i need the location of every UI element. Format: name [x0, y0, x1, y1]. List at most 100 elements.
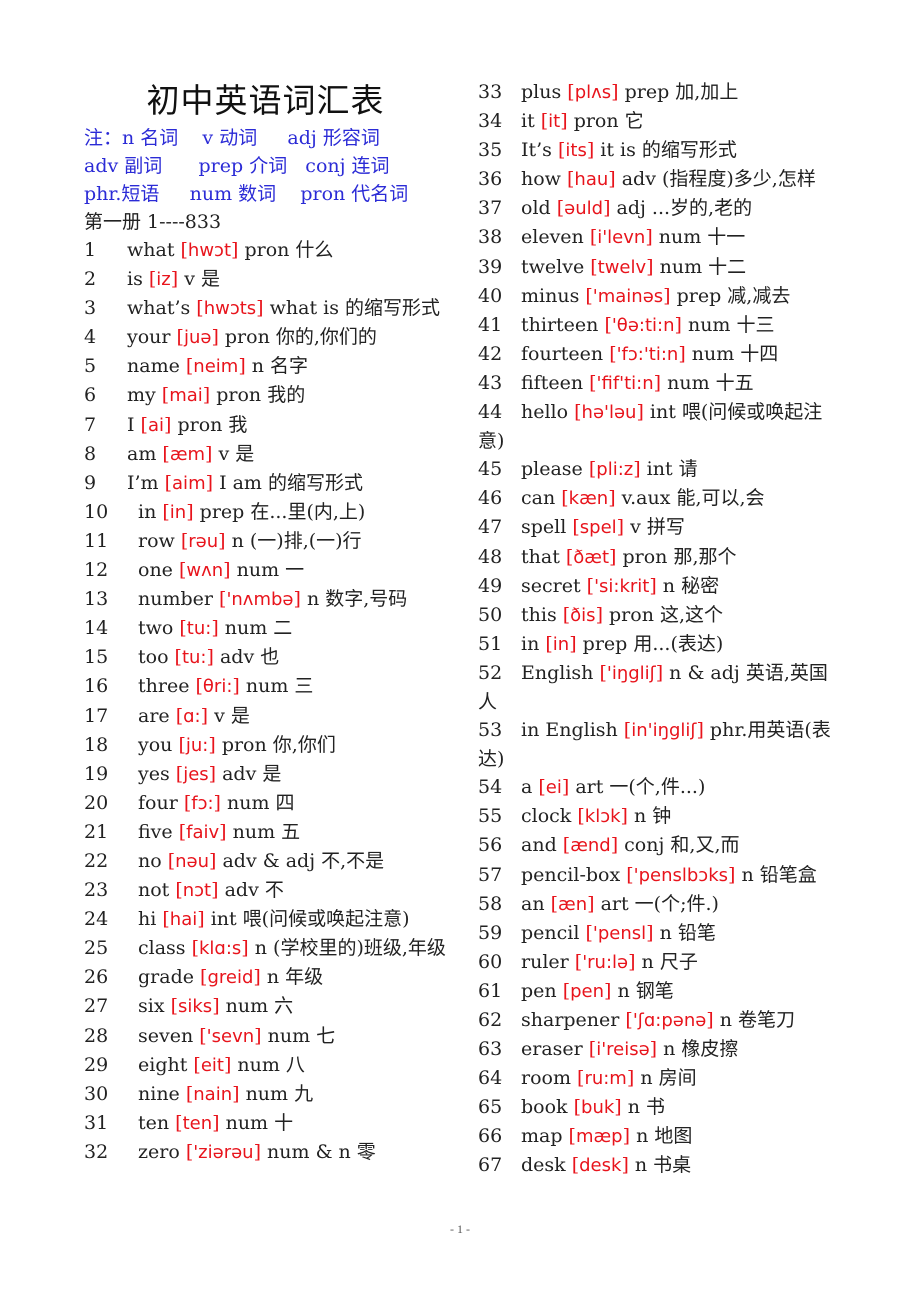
vocab-entry: 33 plus [plʌs] prep 加,加上: [478, 78, 843, 107]
entry-phonetic: [klɔk]: [571, 805, 634, 828]
entry-phonetic: ['pensl]: [579, 921, 660, 944]
vocab-entry: 50 this [ðis] pron 这,这个: [478, 601, 843, 630]
left-column: 初中英语词汇表 注：n 名词 v 动词 adj 形容词 adv 副词 prep …: [84, 78, 449, 1167]
entry-word: an: [521, 892, 545, 915]
phonetic-text: ðæt: [573, 546, 610, 568]
phonetic-text: hə'ləu: [581, 402, 637, 424]
entry-word: twelve: [521, 255, 585, 278]
entry-definition: n 名字: [251, 355, 309, 378]
vocab-entry: 12 one [wʌn] num 一: [84, 556, 449, 585]
entry-number: 9: [84, 471, 97, 494]
entry-number: 1: [84, 239, 97, 261]
entry-phonetic: [nəu]: [161, 849, 223, 872]
entry-phonetic: [ðis]: [556, 603, 610, 626]
entry-phonetic: [ru:m]: [570, 1067, 641, 1090]
entry-word: spell: [521, 516, 567, 539]
legend-note-line: phr.短语 num 数词 pron 代名词: [84, 183, 409, 205]
entry-number: 31: [84, 1111, 109, 1134]
entry-definition: num 四: [227, 791, 295, 814]
phonetic-text: hai: [169, 909, 198, 931]
vocab-entry: 39 twelve [twelv] num 十二: [478, 253, 843, 282]
phonetic-text: ju:: [185, 734, 209, 756]
vocab-entry: 28 seven ['sevn] num 七: [84, 1022, 449, 1051]
entry-definition: num 十三: [687, 313, 775, 336]
entry-word: clock: [521, 805, 572, 828]
phonetic-text: wʌn: [186, 560, 224, 582]
entry-number: 62: [478, 1009, 503, 1031]
entry-definition: I am 的缩写形式: [219, 471, 363, 494]
entry-word: I: [127, 413, 141, 436]
entry-phonetic: [hwɔts]: [190, 297, 270, 320]
entry-phonetic: ['ziərəu]: [179, 1140, 268, 1163]
entry-phonetic: [aim]: [164, 471, 220, 494]
entry-definition: pron 什么: [244, 239, 334, 261]
phonetic-text: jes: [183, 763, 209, 785]
entry-definition: pron 这,这个: [609, 603, 724, 626]
entry-definition: n 钟: [633, 805, 672, 828]
legend-note-line: 注：n 名词 v 动词 adj 形容词: [84, 127, 380, 149]
entry-word: and: [521, 834, 557, 857]
vocab-entry: 31 ten [ten] num 十: [84, 1109, 449, 1138]
entry-number: 53: [478, 719, 503, 742]
vocab-entry: 55 clock [klɔk] n 钟: [478, 802, 843, 831]
vocab-entry: 53 in English [in'iŋgliʃ] phr.用英语(表达): [478, 716, 843, 773]
vocab-entry: 32 zero ['ziərəu] num & n 零: [84, 1138, 449, 1167]
phonetic-text: ænd: [570, 835, 611, 857]
entry-word: can: [521, 487, 556, 510]
entry-definition: prep 加,加上: [624, 81, 739, 103]
vocab-entry: 15 too [tu:] adv 也: [84, 643, 449, 672]
entry-definition: v 是: [218, 442, 255, 465]
phonetic-text: i'reisə: [596, 1039, 650, 1061]
entry-phonetic: ['iŋgliʃ]: [593, 661, 670, 684]
phonetic-text: klɑ:s: [199, 938, 242, 960]
entry-definition: n 数字,号码: [306, 588, 408, 611]
entry-phonetic: ['penslbɔks]: [620, 863, 742, 886]
entry-number: 46: [478, 487, 503, 510]
vocab-entry: 29 eight [eit] num 八: [84, 1051, 449, 1080]
vocab-entry: 38 eleven [i'levn] num 十一: [478, 223, 843, 252]
entry-definition: adv 不: [224, 879, 284, 902]
vocab-entry: 66 map [mæp] n 地图: [478, 1122, 843, 1151]
entry-phonetic: [in'iŋgliʃ]: [617, 719, 710, 742]
entry-phonetic: [æm]: [156, 442, 219, 465]
entry-number: 52: [478, 661, 503, 684]
phonetic-text: in'iŋgliʃ: [631, 720, 697, 742]
vocab-entry: 46 can [kæn] v.aux 能,可以,会: [478, 484, 843, 513]
phonetic-text: 'pensl: [592, 922, 647, 944]
entry-phonetic: [twelv]: [584, 255, 660, 278]
entry-phonetic: [nain]: [179, 1082, 246, 1105]
entry-number: 24: [84, 908, 109, 931]
phonetic-text: pen: [570, 980, 605, 1002]
entry-phonetic: [mæp]: [562, 1125, 637, 1148]
page-title: 初中英语词汇表: [146, 81, 385, 120]
entry-definition: pron 它: [573, 110, 644, 133]
entry-phonetic: [θri:]: [189, 675, 246, 698]
entry-number: 34: [478, 110, 503, 133]
entry-number: 44: [478, 401, 503, 424]
vocab-entry: 25 class [klɑ:s] n (学校里的)班级,年级: [84, 934, 449, 963]
entry-word: how: [521, 168, 561, 191]
entry-word: row: [138, 529, 175, 552]
entry-word: what: [127, 239, 175, 261]
phonetic-text: 'sevn: [206, 1025, 255, 1047]
vocab-entry: 13 number ['nʌmbə] n 数字,号码: [84, 585, 449, 614]
entry-number: 21: [84, 820, 109, 843]
entry-number: 51: [478, 632, 503, 655]
entry-word: yes: [138, 762, 170, 785]
phonetic-text: kæn: [568, 488, 609, 510]
entry-word: in: [521, 632, 540, 655]
phonetic-text: ðis: [570, 604, 596, 626]
vocab-list-left: 1 what [hwɔt] pron 什么 2 is [iz] v 是 3 what’s …: [84, 236, 449, 1167]
entry-word: one: [138, 559, 173, 582]
entry-word: five: [138, 820, 173, 843]
entry-word: four: [138, 791, 178, 814]
phonetic-text: in: [552, 633, 570, 655]
entry-phonetic: ['ru:lə]: [568, 950, 642, 973]
vocab-entry: 48 that [ðæt] pron 那,那个: [478, 543, 843, 572]
entry-definition: int 喂(问候或唤起注意): [210, 908, 410, 931]
phonetic-text: iz: [156, 269, 171, 291]
entry-definition: adv 也: [219, 646, 280, 669]
entry-phonetic: [wʌn]: [172, 559, 237, 582]
phonetic-text: its: [565, 140, 587, 162]
vocab-entry: 35 It’s [its] it is 的缩写形式: [478, 136, 843, 165]
